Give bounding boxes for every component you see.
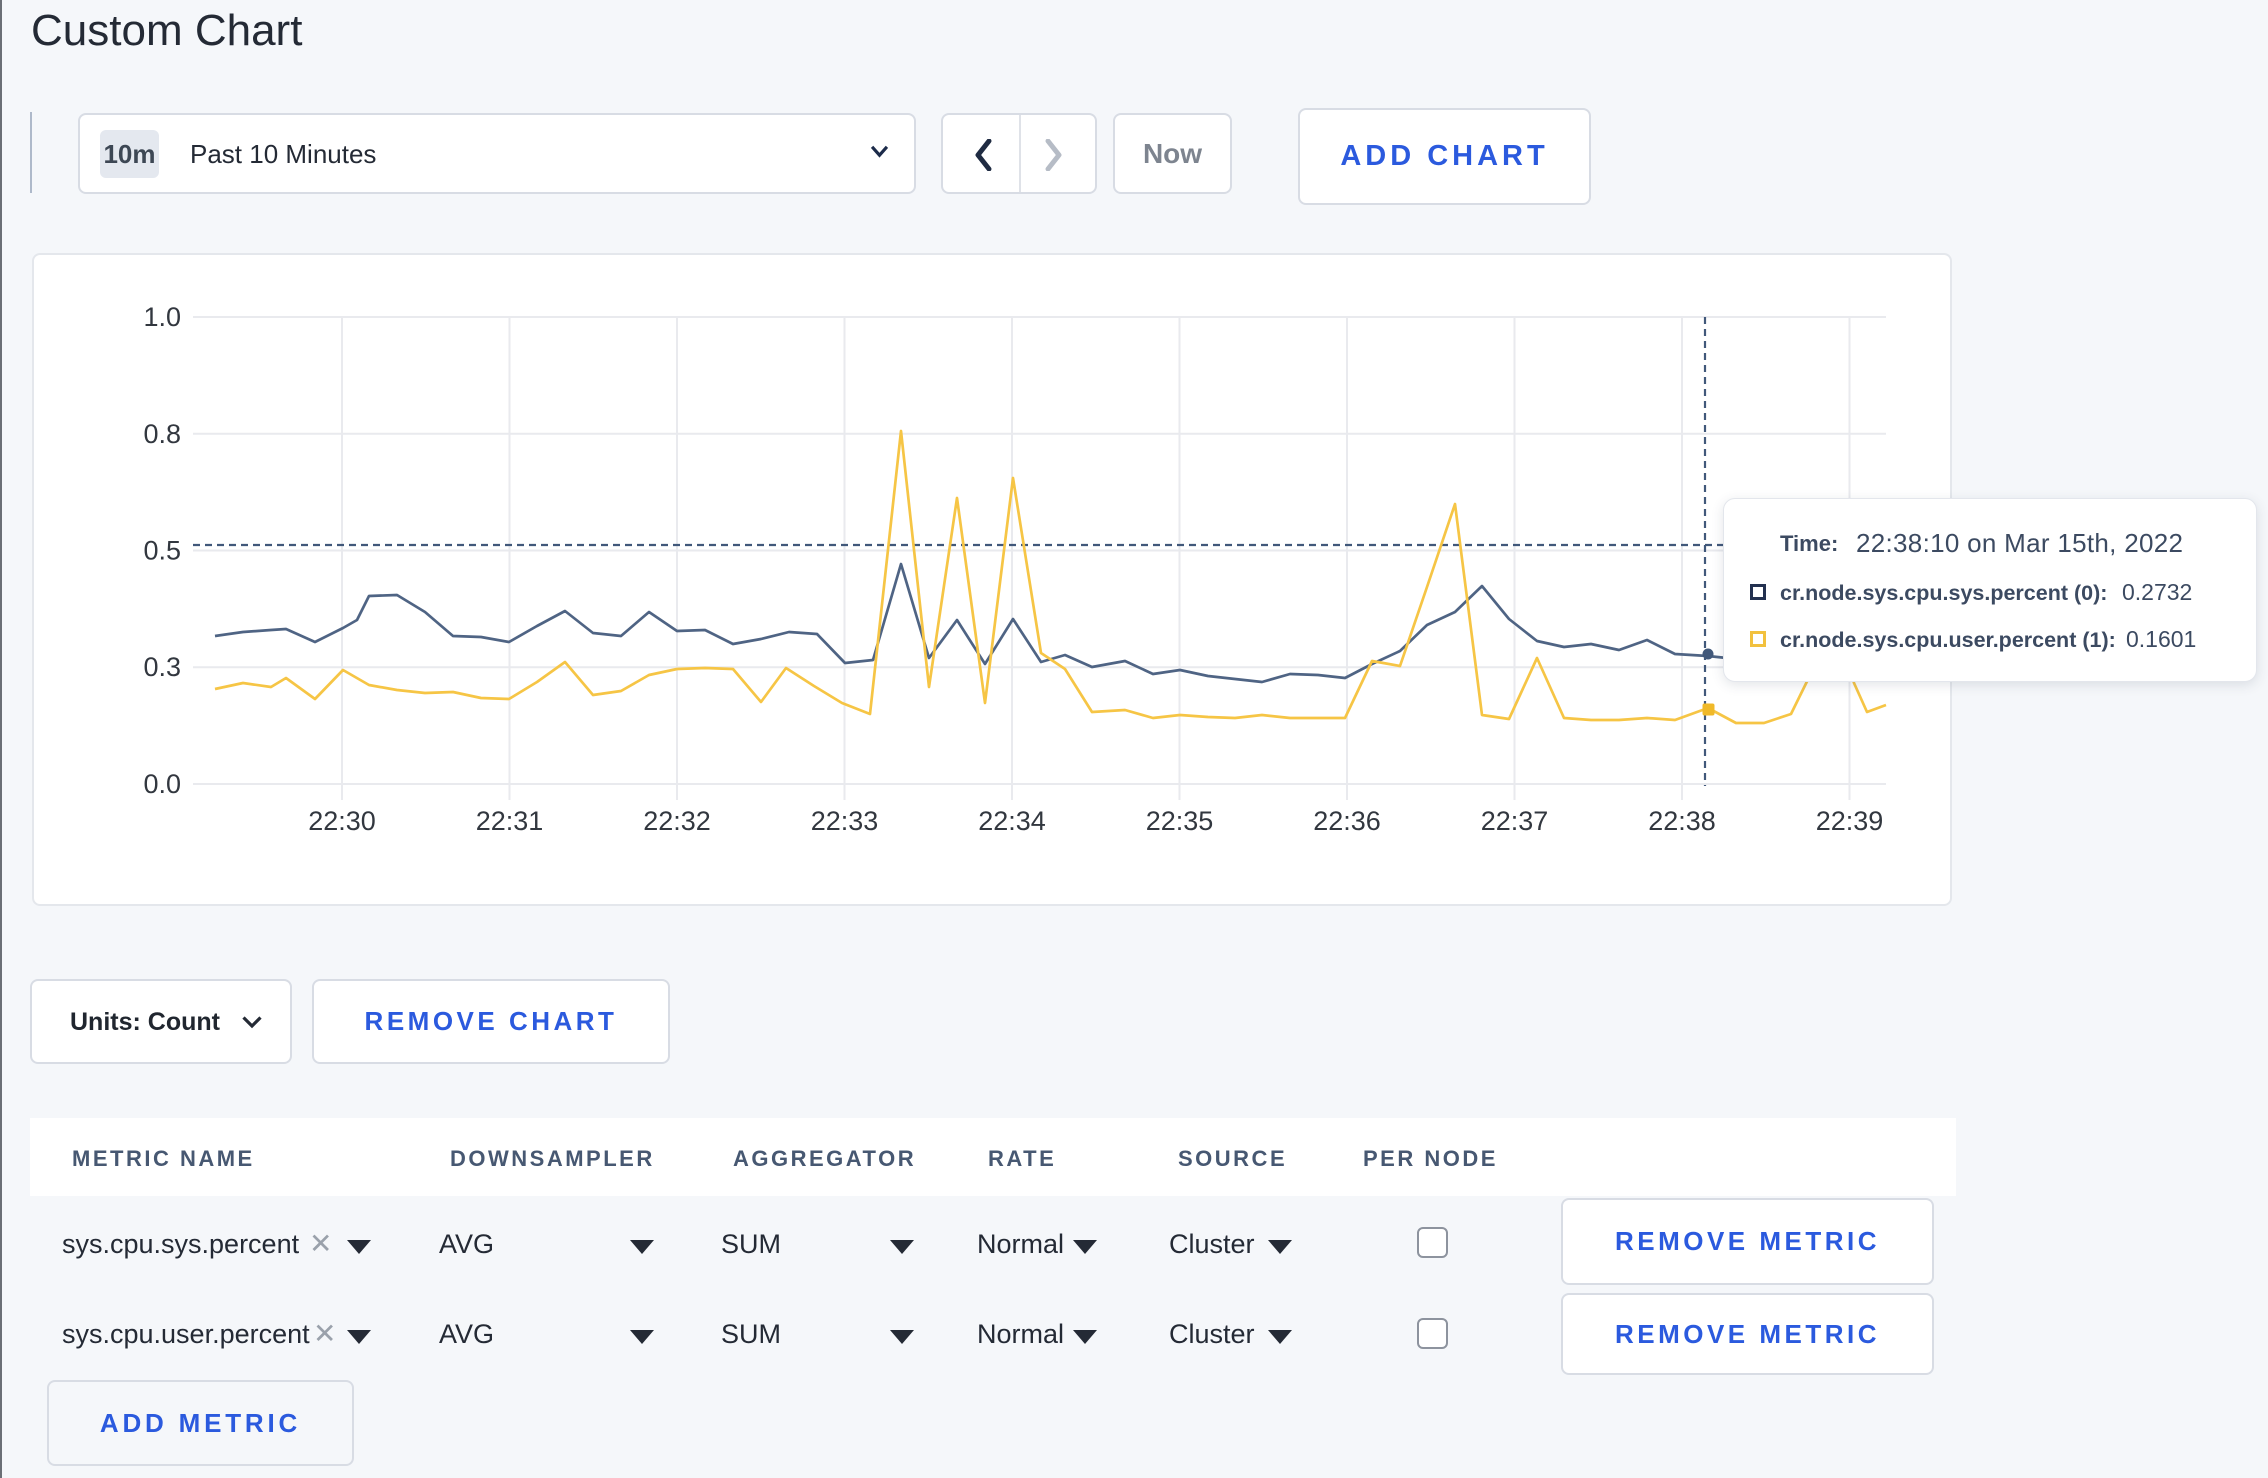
svg-text:0.3: 0.3 — [143, 652, 181, 682]
svg-text:22:37: 22:37 — [1481, 806, 1549, 836]
svg-text:0.8: 0.8 — [143, 419, 181, 449]
svg-text:22:31: 22:31 — [476, 806, 544, 836]
svg-text:22:34: 22:34 — [978, 806, 1046, 836]
svg-text:22:35: 22:35 — [1146, 806, 1214, 836]
svg-text:1.0: 1.0 — [143, 302, 181, 332]
svg-text:22:30: 22:30 — [308, 806, 376, 836]
svg-text:22:38: 22:38 — [1648, 806, 1716, 836]
svg-text:22:39: 22:39 — [1816, 806, 1884, 836]
svg-text:22:36: 22:36 — [1313, 806, 1381, 836]
svg-text:0.0: 0.0 — [143, 769, 181, 799]
svg-text:0.5: 0.5 — [143, 536, 181, 566]
svg-text:22:32: 22:32 — [643, 806, 711, 836]
svg-text:22:33: 22:33 — [811, 806, 879, 836]
